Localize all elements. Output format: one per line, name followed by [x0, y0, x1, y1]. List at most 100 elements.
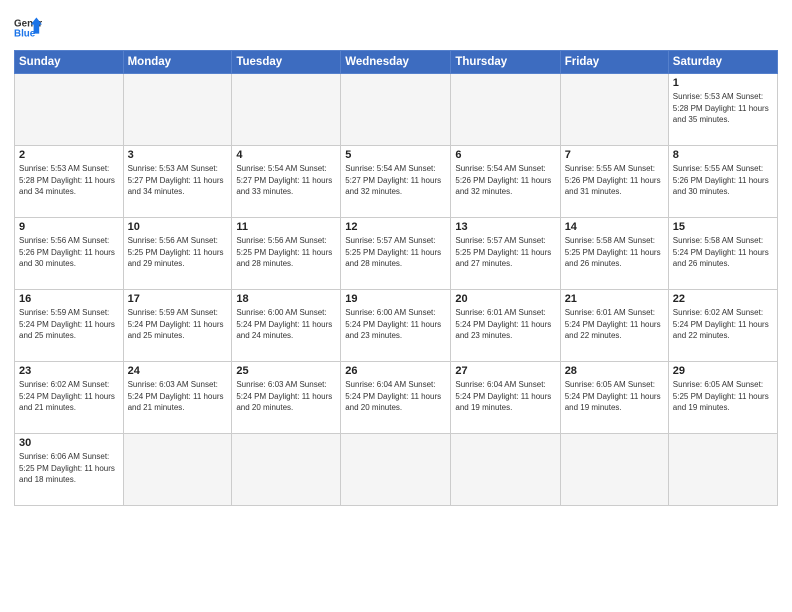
day-info: Sunrise: 6:00 AM Sunset: 5:24 PM Dayligh…	[236, 307, 336, 342]
day-info: Sunrise: 5:56 AM Sunset: 5:26 PM Dayligh…	[19, 235, 119, 270]
calendar-week-1: 2 Sunrise: 5:53 AM Sunset: 5:28 PM Daylig…	[15, 146, 778, 218]
header: General Blue	[14, 10, 778, 42]
day-number: 3	[128, 149, 228, 161]
calendar-cell: 30Sunrise: 6:06 AM Sunset: 5:25 PM Dayli…	[15, 434, 124, 506]
calendar-week-4: 23 Sunrise: 6:02 AM Sunset: 5:24 PM Dayli…	[15, 362, 778, 434]
calendar-cell: 12 Sunrise: 5:57 AM Sunset: 5:25 PM Dayli…	[341, 218, 451, 290]
day-info: Sunrise: 6:03 AM Sunset: 5:24 PM Dayligh…	[236, 379, 336, 414]
day-info: Sunrise: 6:02 AM Sunset: 5:24 PM Dayligh…	[673, 307, 773, 342]
day-number: 27	[455, 365, 555, 377]
page: General Blue SundayMondayTuesdayWednesda…	[0, 0, 792, 612]
calendar-cell: 14 Sunrise: 5:58 AM Sunset: 5:25 PM Dayli…	[560, 218, 668, 290]
day-number: 16	[19, 293, 119, 305]
day-number: 24	[128, 365, 228, 377]
calendar-week-0: 1Sunrise: 5:53 AM Sunset: 5:28 PM Daylig…	[15, 74, 778, 146]
calendar-cell: 15Sunrise: 5:58 AM Sunset: 5:24 PM Dayli…	[668, 218, 777, 290]
day-number: 22	[673, 293, 773, 305]
logo-icon: General Blue	[14, 14, 42, 42]
calendar-cell: 25 Sunrise: 6:03 AM Sunset: 5:24 PM Dayli…	[232, 362, 341, 434]
calendar-cell: 1Sunrise: 5:53 AM Sunset: 5:28 PM Daylig…	[668, 74, 777, 146]
day-number: 10	[128, 221, 228, 233]
day-number: 6	[455, 149, 555, 161]
calendar-cell	[560, 434, 668, 506]
day-number: 14	[565, 221, 664, 233]
day-number: 4	[236, 149, 336, 161]
day-number: 26	[345, 365, 446, 377]
day-info: Sunrise: 5:54 AM Sunset: 5:27 PM Dayligh…	[236, 163, 336, 198]
day-number: 20	[455, 293, 555, 305]
day-info: Sunrise: 5:53 AM Sunset: 5:27 PM Dayligh…	[128, 163, 228, 198]
day-number: 25	[236, 365, 336, 377]
day-number: 21	[565, 293, 664, 305]
day-number: 13	[455, 221, 555, 233]
day-info: Sunrise: 5:58 AM Sunset: 5:25 PM Dayligh…	[565, 235, 664, 270]
day-info: Sunrise: 6:00 AM Sunset: 5:24 PM Dayligh…	[345, 307, 446, 342]
weekday-header-thursday: Thursday	[451, 51, 560, 74]
day-number: 17	[128, 293, 228, 305]
day-number: 29	[673, 365, 773, 377]
calendar-week-5: 30Sunrise: 6:06 AM Sunset: 5:25 PM Dayli…	[15, 434, 778, 506]
calendar-week-2: 9 Sunrise: 5:56 AM Sunset: 5:26 PM Daylig…	[15, 218, 778, 290]
day-number: 8	[673, 149, 773, 161]
calendar-cell	[560, 74, 668, 146]
calendar-cell: 7 Sunrise: 5:55 AM Sunset: 5:26 PM Daylig…	[560, 146, 668, 218]
calendar-cell: 5Sunrise: 5:54 AM Sunset: 5:27 PM Daylig…	[341, 146, 451, 218]
calendar-cell: 29Sunrise: 6:05 AM Sunset: 5:25 PM Dayli…	[668, 362, 777, 434]
day-info: Sunrise: 5:57 AM Sunset: 5:25 PM Dayligh…	[345, 235, 446, 270]
calendar-cell	[123, 74, 232, 146]
day-info: Sunrise: 6:02 AM Sunset: 5:24 PM Dayligh…	[19, 379, 119, 414]
calendar-cell	[232, 434, 341, 506]
day-info: Sunrise: 6:03 AM Sunset: 5:24 PM Dayligh…	[128, 379, 228, 414]
day-info: Sunrise: 5:53 AM Sunset: 5:28 PM Dayligh…	[19, 163, 119, 198]
calendar-cell	[451, 434, 560, 506]
day-number: 5	[345, 149, 446, 161]
day-number: 19	[345, 293, 446, 305]
day-number: 28	[565, 365, 664, 377]
calendar-cell: 6Sunrise: 5:54 AM Sunset: 5:26 PM Daylig…	[451, 146, 560, 218]
svg-text:Blue: Blue	[14, 28, 36, 39]
day-number: 23	[19, 365, 119, 377]
calendar-cell: 3 Sunrise: 5:53 AM Sunset: 5:27 PM Daylig…	[123, 146, 232, 218]
calendar-cell: 23 Sunrise: 6:02 AM Sunset: 5:24 PM Dayli…	[15, 362, 124, 434]
calendar-cell: 9 Sunrise: 5:56 AM Sunset: 5:26 PM Daylig…	[15, 218, 124, 290]
weekday-header-saturday: Saturday	[668, 51, 777, 74]
calendar-cell: 27Sunrise: 6:04 AM Sunset: 5:24 PM Dayli…	[451, 362, 560, 434]
calendar-cell: 8 Sunrise: 5:55 AM Sunset: 5:26 PM Daylig…	[668, 146, 777, 218]
calendar-cell: 13Sunrise: 5:57 AM Sunset: 5:25 PM Dayli…	[451, 218, 560, 290]
day-info: Sunrise: 6:05 AM Sunset: 5:24 PM Dayligh…	[565, 379, 664, 414]
day-number: 11	[236, 221, 336, 233]
day-number: 9	[19, 221, 119, 233]
day-info: Sunrise: 5:55 AM Sunset: 5:26 PM Dayligh…	[565, 163, 664, 198]
day-info: Sunrise: 6:04 AM Sunset: 5:24 PM Dayligh…	[345, 379, 446, 414]
calendar-cell: 2 Sunrise: 5:53 AM Sunset: 5:28 PM Daylig…	[15, 146, 124, 218]
calendar-cell: 21Sunrise: 6:01 AM Sunset: 5:24 PM Dayli…	[560, 290, 668, 362]
calendar-cell	[232, 74, 341, 146]
weekday-header-tuesday: Tuesday	[232, 51, 341, 74]
calendar-week-3: 16 Sunrise: 5:59 AM Sunset: 5:24 PM Dayli…	[15, 290, 778, 362]
calendar-header-row: SundayMondayTuesdayWednesdayThursdayFrid…	[15, 51, 778, 74]
day-info: Sunrise: 5:53 AM Sunset: 5:28 PM Dayligh…	[673, 91, 773, 126]
day-info: Sunrise: 5:58 AM Sunset: 5:24 PM Dayligh…	[673, 235, 773, 270]
calendar-cell: 17Sunrise: 5:59 AM Sunset: 5:24 PM Dayli…	[123, 290, 232, 362]
day-number: 12	[345, 221, 446, 233]
calendar-cell	[15, 74, 124, 146]
calendar-table: SundayMondayTuesdayWednesdayThursdayFrid…	[14, 50, 778, 506]
calendar-cell	[451, 74, 560, 146]
day-number: 7	[565, 149, 664, 161]
calendar-cell	[341, 434, 451, 506]
calendar-cell: 22 Sunrise: 6:02 AM Sunset: 5:24 PM Dayli…	[668, 290, 777, 362]
logo: General Blue	[14, 14, 42, 42]
day-number: 18	[236, 293, 336, 305]
day-info: Sunrise: 5:56 AM Sunset: 5:25 PM Dayligh…	[128, 235, 228, 270]
weekday-header-sunday: Sunday	[15, 51, 124, 74]
day-info: Sunrise: 6:01 AM Sunset: 5:24 PM Dayligh…	[455, 307, 555, 342]
weekday-header-monday: Monday	[123, 51, 232, 74]
day-info: Sunrise: 5:59 AM Sunset: 5:24 PM Dayligh…	[19, 307, 119, 342]
calendar-cell: 4 Sunrise: 5:54 AM Sunset: 5:27 PM Daylig…	[232, 146, 341, 218]
weekday-header-wednesday: Wednesday	[341, 51, 451, 74]
day-number: 2	[19, 149, 119, 161]
day-number: 30	[19, 437, 119, 449]
day-info: Sunrise: 5:55 AM Sunset: 5:26 PM Dayligh…	[673, 163, 773, 198]
calendar-cell: 24 Sunrise: 6:03 AM Sunset: 5:24 PM Dayli…	[123, 362, 232, 434]
day-info: Sunrise: 5:56 AM Sunset: 5:25 PM Dayligh…	[236, 235, 336, 270]
